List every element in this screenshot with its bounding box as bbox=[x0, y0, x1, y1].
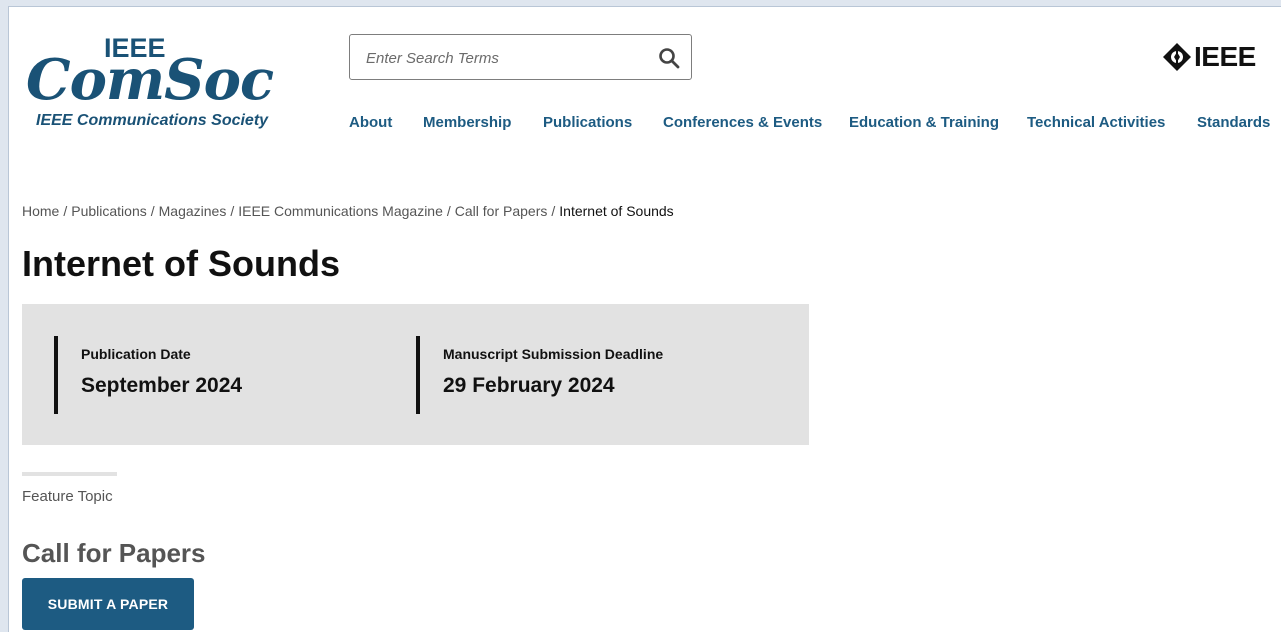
nav-item-standards[interactable]: Standards bbox=[1197, 112, 1270, 134]
nav-item-membership[interactable]: Membership bbox=[423, 112, 511, 134]
ieee-brand-text: IEEE bbox=[1194, 41, 1256, 72]
breadcrumb-publications[interactable]: Publications bbox=[71, 203, 147, 219]
search-input[interactable] bbox=[364, 45, 648, 71]
breadcrumb-home[interactable]: Home bbox=[22, 203, 59, 219]
breadcrumb: Home / Publications / Magazines / IEEE Communi… bbox=[22, 203, 674, 219]
logo-registered-mark: ® bbox=[267, 72, 273, 79]
breadcrumb-separator: / bbox=[551, 203, 556, 219]
breadcrumb-separator: / bbox=[150, 203, 155, 219]
call-for-papers-heading: Call for Papers bbox=[22, 538, 206, 568]
nav-item-about[interactable]: About bbox=[349, 112, 392, 134]
breadcrumb-separator: / bbox=[230, 203, 235, 219]
publication-date-block: Publication Date September 2024 bbox=[54, 336, 242, 414]
nav-item-education-training[interactable]: Education & Training bbox=[849, 112, 999, 134]
submission-deadline-label: Manuscript Submission Deadline bbox=[443, 346, 664, 362]
publication-date-label: Publication Date bbox=[81, 346, 191, 362]
breadcrumb-comm-magazine[interactable]: IEEE Communications Magazine bbox=[238, 203, 443, 219]
publication-date-value: September 2024 bbox=[81, 374, 243, 397]
breadcrumb-magazines[interactable]: Magazines bbox=[159, 203, 227, 219]
nav-item-conferences-events[interactable]: Conferences & Events bbox=[663, 112, 822, 134]
logo-comsoc-text: ComSoc bbox=[26, 47, 274, 113]
page-title: Internet of Sounds bbox=[22, 243, 340, 284]
section-divider bbox=[22, 472, 117, 476]
breadcrumb-separator: / bbox=[63, 203, 68, 219]
feature-topic-label: Feature Topic bbox=[22, 488, 113, 505]
search-box bbox=[349, 34, 692, 80]
breadcrumb-separator: / bbox=[446, 203, 451, 219]
ieee-diamond-icon bbox=[1163, 43, 1191, 71]
logo-subtitle: IEEE Communications Society bbox=[36, 112, 269, 129]
ieee-brand-logo[interactable]: IEEE bbox=[1162, 40, 1256, 74]
nav-item-technical-activities[interactable]: Technical Activities bbox=[1027, 112, 1165, 134]
comsoc-logo[interactable]: IEEE ComSoc ® IEEE Communications Societ… bbox=[22, 34, 282, 134]
breadcrumb-call-for-papers[interactable]: Call for Papers bbox=[455, 203, 548, 219]
dates-panel: Publication Date September 2024 Manuscri… bbox=[22, 304, 809, 445]
breadcrumb-current: Internet of Sounds bbox=[559, 203, 674, 219]
submission-deadline-value: 29 February 2024 bbox=[443, 374, 615, 397]
search-icon[interactable] bbox=[657, 46, 681, 70]
submission-deadline-block: Manuscript Submission Deadline 29 Februa… bbox=[416, 336, 663, 414]
nav-item-publications[interactable]: Publications bbox=[543, 112, 632, 134]
submit-paper-button[interactable]: SUBMIT A PAPER bbox=[22, 578, 194, 630]
